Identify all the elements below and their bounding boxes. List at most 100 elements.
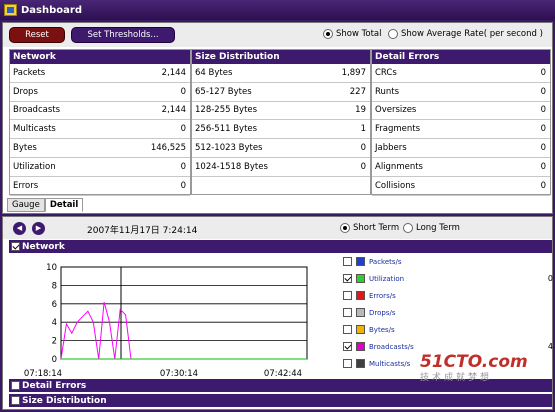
- stat-value: 0: [540, 161, 546, 172]
- show-average-option[interactable]: Show Average Rate( per second ): [388, 29, 543, 39]
- legend-checkbox[interactable]: [343, 274, 352, 283]
- legend-label: Drops/s: [369, 308, 396, 317]
- legend-label: Errors/s: [369, 291, 396, 300]
- network-section-checkbox[interactable]: [11, 242, 20, 251]
- short-term-option[interactable]: Short Term: [340, 223, 399, 233]
- stat-value: 146,525: [150, 143, 186, 154]
- plot-frame: [60, 266, 308, 360]
- stat-label: Multicasts: [13, 124, 56, 135]
- stat-label: Oversizes: [375, 105, 417, 116]
- stat-label: Collisions: [375, 180, 416, 191]
- stat-label: 1024-1518 Bytes: [195, 161, 268, 172]
- stat-label: Utilization: [13, 161, 56, 172]
- short-term-radio[interactable]: [340, 223, 350, 233]
- legend-checkbox[interactable]: [343, 257, 352, 266]
- size-distribution-section-bar[interactable]: Size Distribution: [9, 394, 552, 407]
- legend-item[interactable]: Broadcasts/s 4: [343, 338, 553, 355]
- legend-label: Multicasts/s: [369, 359, 411, 368]
- y-tick-label: 10: [46, 263, 57, 273]
- forward-arrow-icon[interactable]: ▶: [32, 222, 45, 235]
- detail-errors-row: Alignments 0: [372, 158, 550, 177]
- network-history-chart: 0 2 4 6 8 10 07:18:14 07:30:14 07:42:44: [9, 255, 309, 379]
- dashboard-app-icon: [4, 4, 17, 16]
- chart-legend: Packets/s Utilization 0 Errors/s Drops/s Byte…: [343, 253, 553, 372]
- tab-detail[interactable]: Detail: [44, 198, 84, 212]
- detail-errors-row: Oversizes 0: [372, 102, 550, 121]
- legend-checkbox[interactable]: [343, 291, 352, 300]
- detail-errors-row: CRCs 0: [372, 64, 550, 83]
- legend-swatch: [356, 359, 365, 368]
- stat-value: 0: [540, 105, 546, 116]
- stat-value: 0: [540, 67, 546, 78]
- reset-button[interactable]: Reset: [9, 27, 65, 43]
- legend-item[interactable]: Packets/s: [343, 253, 553, 270]
- network-stats-column: Network Packets 2,144 Drops 0 Broadcasts 2,14…: [9, 49, 191, 196]
- legend-swatch: [356, 274, 365, 283]
- show-total-option[interactable]: Show Total: [323, 29, 382, 39]
- title-bar: Dashboard: [0, 0, 555, 20]
- stat-label: CRCs: [375, 67, 397, 78]
- stat-label: 64 Bytes: [195, 67, 233, 78]
- size-distribution-row: 512-1023 Bytes 0: [192, 139, 370, 158]
- x-tick-label: 07:18:14: [24, 369, 62, 379]
- show-average-label: Show Average Rate( per second ): [401, 29, 543, 39]
- stat-label: Packets: [13, 67, 46, 78]
- show-average-radio[interactable]: [388, 29, 398, 39]
- network-row: Utilization 0: [10, 158, 190, 177]
- legend-item[interactable]: Bytes/s: [343, 321, 553, 338]
- stat-label: Drops: [13, 86, 38, 97]
- size-distribution-header: Size Distribution: [192, 50, 370, 64]
- stat-label: 256-511 Bytes: [195, 124, 258, 135]
- legend-swatch: [356, 342, 365, 351]
- stat-value: 0: [360, 161, 366, 172]
- stat-label: Runts: [375, 86, 400, 97]
- window-title: Dashboard: [21, 4, 82, 16]
- long-term-label: Long Term: [416, 223, 460, 233]
- legend-value: 0: [547, 274, 553, 283]
- long-term-radio[interactable]: [403, 223, 413, 233]
- network-row: Multicasts 0: [10, 120, 190, 140]
- stat-value: 1: [360, 124, 366, 135]
- history-timestamp: 2007年11月17日 7:24:14: [87, 226, 198, 236]
- network-section-bar[interactable]: Network: [9, 240, 552, 253]
- stat-value: 1,897: [341, 67, 366, 78]
- legend-checkbox[interactable]: [343, 342, 352, 351]
- size-distribution-row: 64 Bytes 1,897: [192, 64, 370, 83]
- stat-label: 65-127 Bytes: [195, 86, 252, 97]
- back-arrow-icon[interactable]: ◀: [13, 222, 26, 235]
- y-tick-label: 8: [52, 281, 57, 291]
- legend-checkbox[interactable]: [343, 359, 352, 368]
- legend-swatch: [356, 291, 365, 300]
- stat-label: 512-1023 Bytes: [195, 143, 263, 154]
- legend-item[interactable]: Multicasts/s: [343, 355, 553, 372]
- size-distribution-section-title: Size Distribution: [22, 395, 107, 406]
- legend-label: Bytes/s: [369, 325, 395, 334]
- network-row: Broadcasts 2,144: [10, 102, 190, 121]
- stat-label: Errors: [13, 180, 39, 191]
- detail-errors-section-bar[interactable]: Detail Errors: [9, 379, 552, 392]
- detail-errors-section-title: Detail Errors: [22, 380, 87, 391]
- legend-item[interactable]: Errors/s: [343, 287, 553, 304]
- legend-swatch: [356, 325, 365, 334]
- detail-errors-section-checkbox[interactable]: [11, 381, 20, 390]
- long-term-option[interactable]: Long Term: [403, 223, 460, 233]
- stat-value: 0: [180, 86, 186, 97]
- set-thresholds-button[interactable]: Set Thresholds...: [71, 27, 175, 43]
- detail-errors-row: Runts 0: [372, 83, 550, 102]
- detail-errors-row: Collisions 0: [372, 177, 550, 196]
- tab-gauge[interactable]: Gauge: [7, 198, 45, 212]
- legend-item[interactable]: Drops/s: [343, 304, 553, 321]
- stat-label: Jabbers: [375, 143, 407, 154]
- legend-checkbox[interactable]: [343, 325, 352, 334]
- legend-checkbox[interactable]: [343, 308, 352, 317]
- stat-label: Bytes: [13, 143, 37, 154]
- legend-item[interactable]: Utilization 0: [343, 270, 553, 287]
- stat-value: 0: [540, 180, 546, 191]
- view-tabs: Gauge Detail: [7, 198, 84, 212]
- stat-value: 0: [540, 143, 546, 154]
- show-total-radio[interactable]: [323, 29, 333, 39]
- size-distribution-section-checkbox[interactable]: [11, 396, 20, 405]
- size-distribution-row: 65-127 Bytes 227: [192, 83, 370, 102]
- stat-value: 0: [540, 86, 546, 97]
- stat-value: 0: [540, 124, 546, 135]
